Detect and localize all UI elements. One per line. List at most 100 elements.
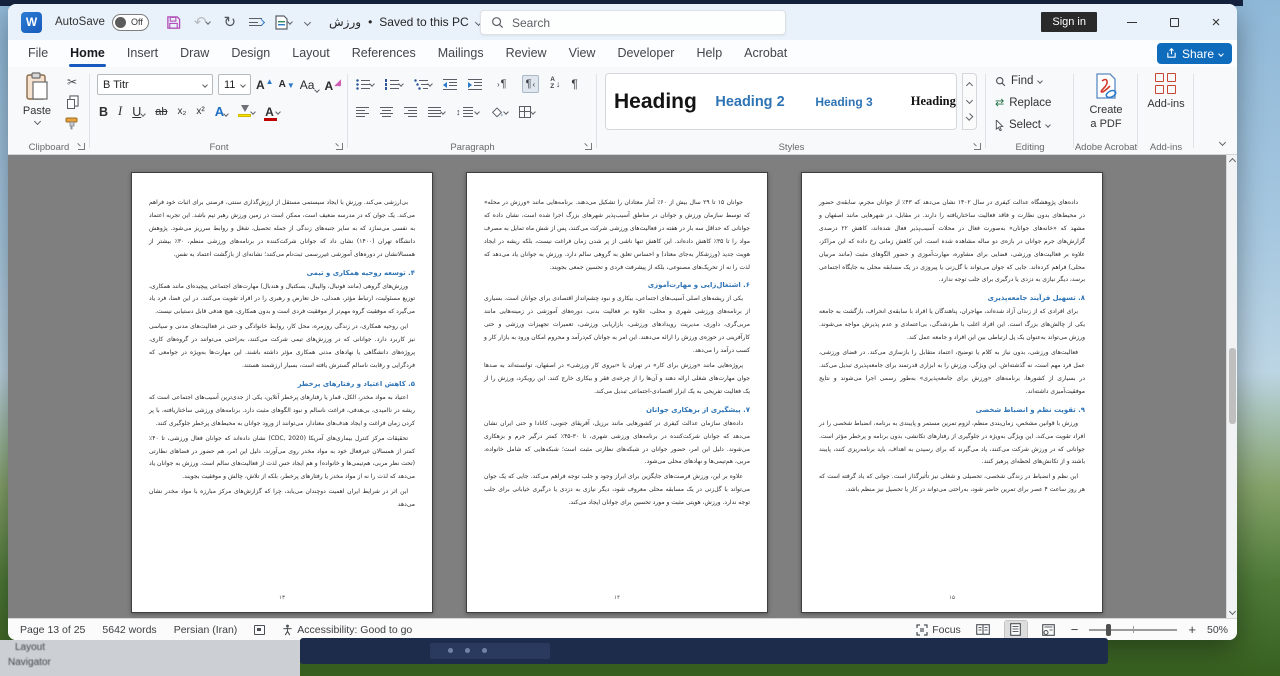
ltr-direction-button[interactable]: ›¶ bbox=[493, 75, 511, 93]
web-layout-button[interactable] bbox=[1038, 621, 1060, 639]
grow-font-button[interactable]: A▲ bbox=[256, 78, 274, 92]
find-button[interactable]: Find bbox=[995, 75, 1042, 87]
word-count[interactable]: 5642 words bbox=[102, 624, 156, 636]
scroll-up-icon[interactable] bbox=[1229, 158, 1236, 165]
qat-list-arrow-icon[interactable] bbox=[249, 17, 262, 27]
clipboard-dialog-launcher-icon[interactable] bbox=[78, 143, 85, 150]
shading-button[interactable] bbox=[490, 105, 508, 118]
format-painter-icon[interactable] bbox=[65, 117, 79, 130]
font-dialog-launcher-icon[interactable] bbox=[336, 143, 343, 150]
tab-help[interactable]: Help bbox=[685, 40, 733, 67]
style-card-heading-7[interactable]: Heading 7 bbox=[896, 79, 957, 125]
font-color-button[interactable]: A bbox=[265, 106, 280, 118]
document-canvas[interactable]: بی‌ارزشی می‌کند. ورزش با ایجاد سیستمی مس… bbox=[8, 155, 1237, 618]
tab-acrobat[interactable]: Acrobat bbox=[733, 40, 798, 67]
tab-design[interactable]: Design bbox=[220, 40, 281, 67]
autosave-toggle[interactable]: Off bbox=[112, 14, 149, 31]
customize-qat-chevron-icon[interactable] bbox=[304, 18, 311, 25]
styles-more-icon[interactable] bbox=[966, 113, 974, 121]
undo-icon[interactable]: ↶ bbox=[194, 13, 211, 31]
borders-button[interactable] bbox=[519, 106, 535, 118]
font-size-combo[interactable]: 11 bbox=[218, 74, 251, 95]
close-button[interactable]: × bbox=[1195, 4, 1237, 40]
font-name-combo[interactable]: B Titr bbox=[97, 74, 213, 95]
increase-indent-button[interactable] bbox=[468, 79, 482, 90]
save-icon[interactable] bbox=[166, 15, 181, 30]
strikethrough-button[interactable]: ab bbox=[155, 106, 167, 118]
sort-button[interactable]: AZ↓ bbox=[550, 77, 560, 91]
tab-layout[interactable]: Layout bbox=[281, 40, 341, 67]
tab-references[interactable]: References bbox=[341, 40, 427, 67]
style-card-heading-2[interactable]: Heading 2 bbox=[708, 79, 792, 125]
maximize-button[interactable] bbox=[1153, 4, 1195, 40]
shrink-font-button[interactable]: A▼ bbox=[279, 79, 295, 90]
zoom-percentage[interactable]: 50% bbox=[1207, 624, 1228, 636]
collapse-ribbon-icon[interactable] bbox=[1219, 139, 1226, 146]
cut-icon[interactable]: ✂ bbox=[67, 76, 77, 88]
addins-button[interactable]: Add-ins bbox=[1138, 73, 1194, 112]
accessibility-status[interactable]: Accessibility: Good to go bbox=[282, 624, 412, 636]
copy-icon[interactable] bbox=[67, 99, 75, 109]
zoom-out-button[interactable]: − bbox=[1071, 622, 1079, 637]
language-indicator[interactable]: Persian (Iran) bbox=[174, 624, 238, 636]
macro-record-icon[interactable] bbox=[254, 625, 265, 635]
redo-icon[interactable]: ↻ bbox=[223, 13, 236, 31]
zoom-slider[interactable] bbox=[1089, 629, 1177, 631]
qat-new-file-icon[interactable] bbox=[275, 15, 292, 30]
scrollbar-thumb[interactable] bbox=[1229, 348, 1236, 424]
highlight-button[interactable] bbox=[238, 105, 255, 118]
replace-button[interactable]: ⇄ Replace bbox=[995, 97, 1051, 109]
paste-button[interactable]: Paste bbox=[15, 72, 59, 142]
styles-scroll-up-icon[interactable] bbox=[966, 82, 973, 89]
bullets-button[interactable] bbox=[356, 79, 374, 90]
align-center-button[interactable] bbox=[380, 107, 393, 117]
sign-in-button[interactable]: Sign in bbox=[1041, 12, 1097, 32]
align-left-button[interactable] bbox=[356, 107, 369, 117]
clear-formatting-button[interactable]: A◢ bbox=[324, 77, 341, 93]
zoom-in-button[interactable]: + bbox=[1188, 622, 1196, 637]
minimize-button[interactable] bbox=[1111, 4, 1153, 40]
tab-home[interactable]: Home bbox=[59, 40, 116, 67]
read-mode-button[interactable] bbox=[972, 621, 994, 639]
undo-dropdown-icon[interactable] bbox=[206, 19, 212, 25]
select-button[interactable]: Select bbox=[995, 119, 1050, 131]
bold-button[interactable]: B bbox=[99, 105, 108, 119]
scroll-down-icon[interactable] bbox=[1229, 608, 1236, 615]
vertical-scrollbar[interactable] bbox=[1226, 155, 1237, 618]
word-app-icon[interactable]: W bbox=[21, 12, 42, 33]
italic-button[interactable]: I bbox=[118, 104, 122, 119]
line-spacing-button[interactable]: ↕ bbox=[456, 107, 479, 117]
tab-draw[interactable]: Draw bbox=[169, 40, 220, 67]
tab-file[interactable]: File bbox=[17, 40, 59, 67]
tab-mailings[interactable]: Mailings bbox=[427, 40, 495, 67]
tab-developer[interactable]: Developer bbox=[606, 40, 685, 67]
document-title[interactable]: ورزش • Saved to this PC bbox=[329, 15, 481, 29]
decrease-indent-button[interactable] bbox=[443, 79, 457, 90]
search-box[interactable]: Search bbox=[480, 10, 786, 35]
style-card-heading-1[interactable]: Heading 1 bbox=[614, 79, 698, 125]
tab-insert[interactable]: Insert bbox=[116, 40, 169, 67]
style-card-heading-3[interactable]: Heading 3 bbox=[802, 79, 886, 125]
superscript-button[interactable]: x² bbox=[196, 106, 204, 117]
zoom-slider-thumb[interactable] bbox=[1106, 624, 1111, 636]
subscript-button[interactable]: x₂ bbox=[177, 106, 186, 117]
page-indicator[interactable]: Page 13 of 25 bbox=[20, 624, 85, 636]
share-button[interactable]: Share bbox=[1157, 43, 1232, 64]
create-pdf-button[interactable]: Createa PDF bbox=[1074, 73, 1138, 132]
styles-dialog-launcher-icon[interactable] bbox=[974, 143, 981, 150]
rtl-direction-button[interactable]: ¶‹ bbox=[522, 75, 540, 93]
multilevel-list-button[interactable] bbox=[414, 79, 432, 90]
tab-review[interactable]: Review bbox=[495, 40, 558, 67]
align-right-button[interactable] bbox=[404, 107, 417, 117]
print-layout-button[interactable] bbox=[1005, 621, 1027, 639]
qat-new-file-dropdown-icon[interactable] bbox=[287, 19, 293, 25]
text-effects-button[interactable]: A bbox=[215, 104, 228, 119]
numbering-button[interactable] bbox=[385, 79, 403, 90]
justify-button[interactable] bbox=[428, 107, 445, 117]
change-case-button[interactable]: Aa bbox=[300, 78, 320, 92]
styles-gallery-scroll[interactable] bbox=[962, 73, 977, 130]
paragraph-dialog-launcher-icon[interactable] bbox=[585, 143, 592, 150]
focus-button[interactable]: Focus bbox=[916, 624, 961, 636]
styles-scroll-down-icon[interactable] bbox=[966, 97, 973, 104]
paste-dropdown-icon[interactable] bbox=[33, 118, 40, 125]
